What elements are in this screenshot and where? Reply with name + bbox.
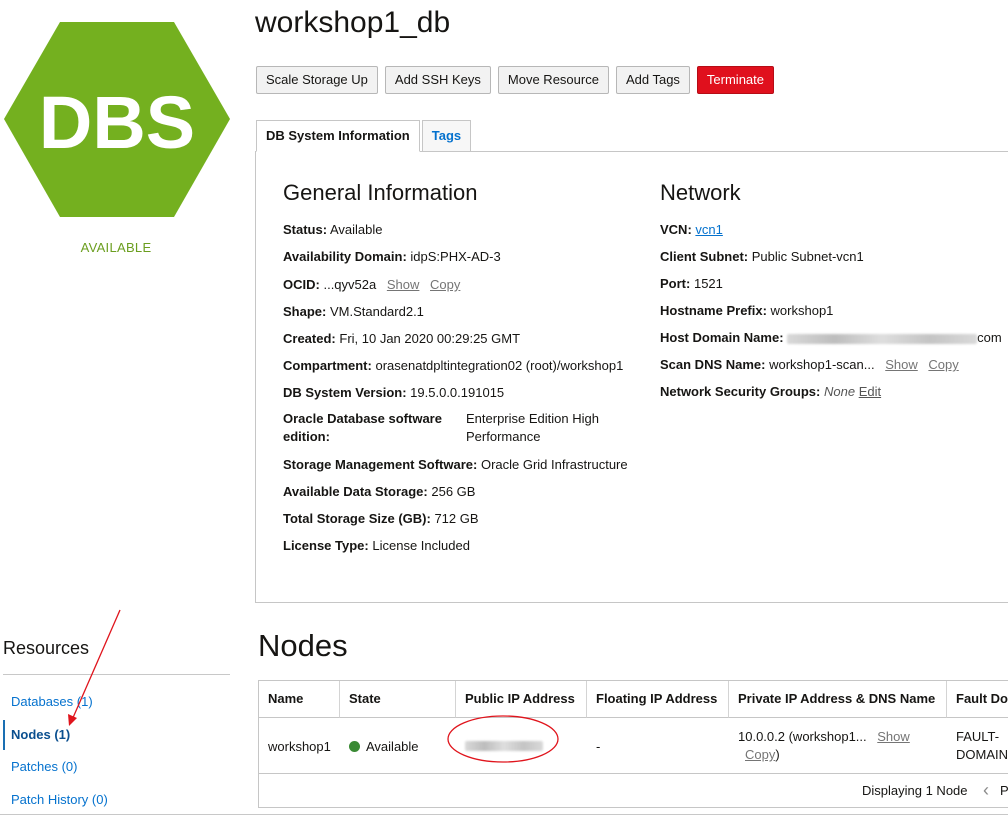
previous-page-icon[interactable]: ‹ <box>983 780 989 801</box>
resource-nodes-link[interactable]: Nodes (1) <box>3 720 230 750</box>
field-available-storage: Available Data Storage: 256 GB <box>283 484 476 499</box>
column-header-state[interactable]: State <box>340 681 456 718</box>
resources-title: Resources <box>3 638 90 658</box>
divider <box>0 814 1008 815</box>
tab-tags[interactable]: Tags <box>421 120 472 152</box>
node-name: workshop1 <box>268 738 331 754</box>
field-shape: Shape: VM.Standard2.1 <box>283 304 424 319</box>
private-ip-copy-link[interactable]: Copy <box>745 747 775 762</box>
field-ocid: OCID: ...qyv52a Show Copy <box>283 277 461 292</box>
general-info-title: General Information <box>283 180 478 205</box>
field-edition-value: Enterprise Edition High Performance <box>466 411 599 444</box>
field-hostname-prefix: Hostname Prefix: workshop1 <box>660 303 834 318</box>
lifecycle-status: AVAILABLE <box>80 240 152 255</box>
info-panel: General Information Status: Available Av… <box>255 151 1008 603</box>
redacted-public-ip <box>465 741 543 751</box>
field-nsg: Network Security Groups: None Edit <box>660 384 882 399</box>
action-toolbar: Scale Storage Up Add SSH Keys Move Resou… <box>256 66 774 94</box>
column-header-private-ip[interactable]: Private IP Address & DNS Name <box>729 681 947 718</box>
field-storage-management: Storage Management Software: Oracle Grid… <box>283 457 628 472</box>
page-title: workshop1_db <box>255 6 451 39</box>
ocid-copy-link[interactable]: Copy <box>430 277 460 292</box>
network-title: Network <box>660 180 741 205</box>
add-tags-button[interactable]: Add Tags <box>615 66 690 94</box>
resource-patch-history-link[interactable]: Patch History (0) <box>3 785 230 815</box>
add-ssh-keys-button[interactable]: Add SSH Keys <box>384 66 491 94</box>
field-availability-domain: Availability Domain: idpS:PHX-AD-3 <box>283 249 501 264</box>
column-header-public-ip[interactable]: Public IP Address <box>456 681 587 718</box>
field-edition-label: Oracle Database software edition: <box>283 411 442 444</box>
pagination-count: Displaying 1 Node <box>862 783 968 798</box>
tab-db-system-information[interactable]: DB System Information <box>256 120 420 152</box>
nodes-table: Name State Public IP Address Floating IP… <box>258 680 1008 808</box>
logo-text: DBS <box>39 81 195 164</box>
node-fault-domain: FAULT- DOMAIN- <box>956 729 1008 762</box>
status-available-icon <box>349 740 360 752</box>
field-port: Port: 1521 <box>660 276 723 291</box>
scale-storage-button[interactable]: Scale Storage Up <box>256 66 378 94</box>
hexagon-icon: DBS <box>4 22 230 217</box>
field-db-system-version: DB System Version: 19.5.0.0.191015 <box>283 385 505 400</box>
nodes-title: Nodes <box>258 628 348 663</box>
detail-tabs: DB System Information Tags <box>256 120 473 152</box>
field-vcn: VCN: vcn1 <box>660 222 723 237</box>
field-scan-dns: Scan DNS Name: workshop1-scan... Show Co… <box>660 357 959 372</box>
column-header-fault-domain[interactable]: Fault Do <box>947 681 1008 718</box>
column-header-name[interactable]: Name <box>259 681 340 718</box>
resource-databases-link[interactable]: Databases (1) <box>3 687 230 717</box>
scan-copy-link[interactable]: Copy <box>928 357 958 372</box>
field-status: Status: Available <box>283 222 383 237</box>
field-host-domain: Host Domain Name: com <box>660 330 1002 345</box>
column-header-floating-ip[interactable]: Floating IP Address <box>587 681 729 718</box>
db-system-logo: DBS <box>2 22 232 217</box>
next-page-label[interactable]: P <box>1000 783 1008 798</box>
private-ip-show-link[interactable]: Show <box>877 729 910 744</box>
redacted-domain <box>787 333 978 344</box>
divider <box>259 773 1008 774</box>
resource-patches-link[interactable]: Patches (0) <box>3 752 230 782</box>
vcn-link[interactable]: vcn1 <box>695 222 722 237</box>
ocid-show-link[interactable]: Show <box>387 277 420 292</box>
field-total-storage: Total Storage Size (GB): 712 GB <box>283 511 479 526</box>
field-client-subnet: Client Subnet: Public Subnet-vcn1 <box>660 249 864 264</box>
field-created: Created: Fri, 10 Jan 2020 00:29:25 GMT <box>283 331 521 346</box>
field-license-type: License Type: License Included <box>283 538 470 553</box>
nsg-edit-link[interactable]: Edit <box>859 384 881 399</box>
scan-show-link[interactable]: Show <box>885 357 918 372</box>
node-public-ip <box>456 718 543 774</box>
terminate-button[interactable]: Terminate <box>696 66 774 94</box>
move-resource-button[interactable]: Move Resource <box>497 66 609 94</box>
field-compartment: Compartment: orasenatdpltintegration02 (… <box>283 358 624 373</box>
node-private-ip: 10.0.0.2 (workshop1... Show Copy) <box>738 729 910 762</box>
node-state: Available <box>340 718 419 774</box>
divider <box>3 674 230 675</box>
node-floating-ip: - <box>596 738 601 754</box>
